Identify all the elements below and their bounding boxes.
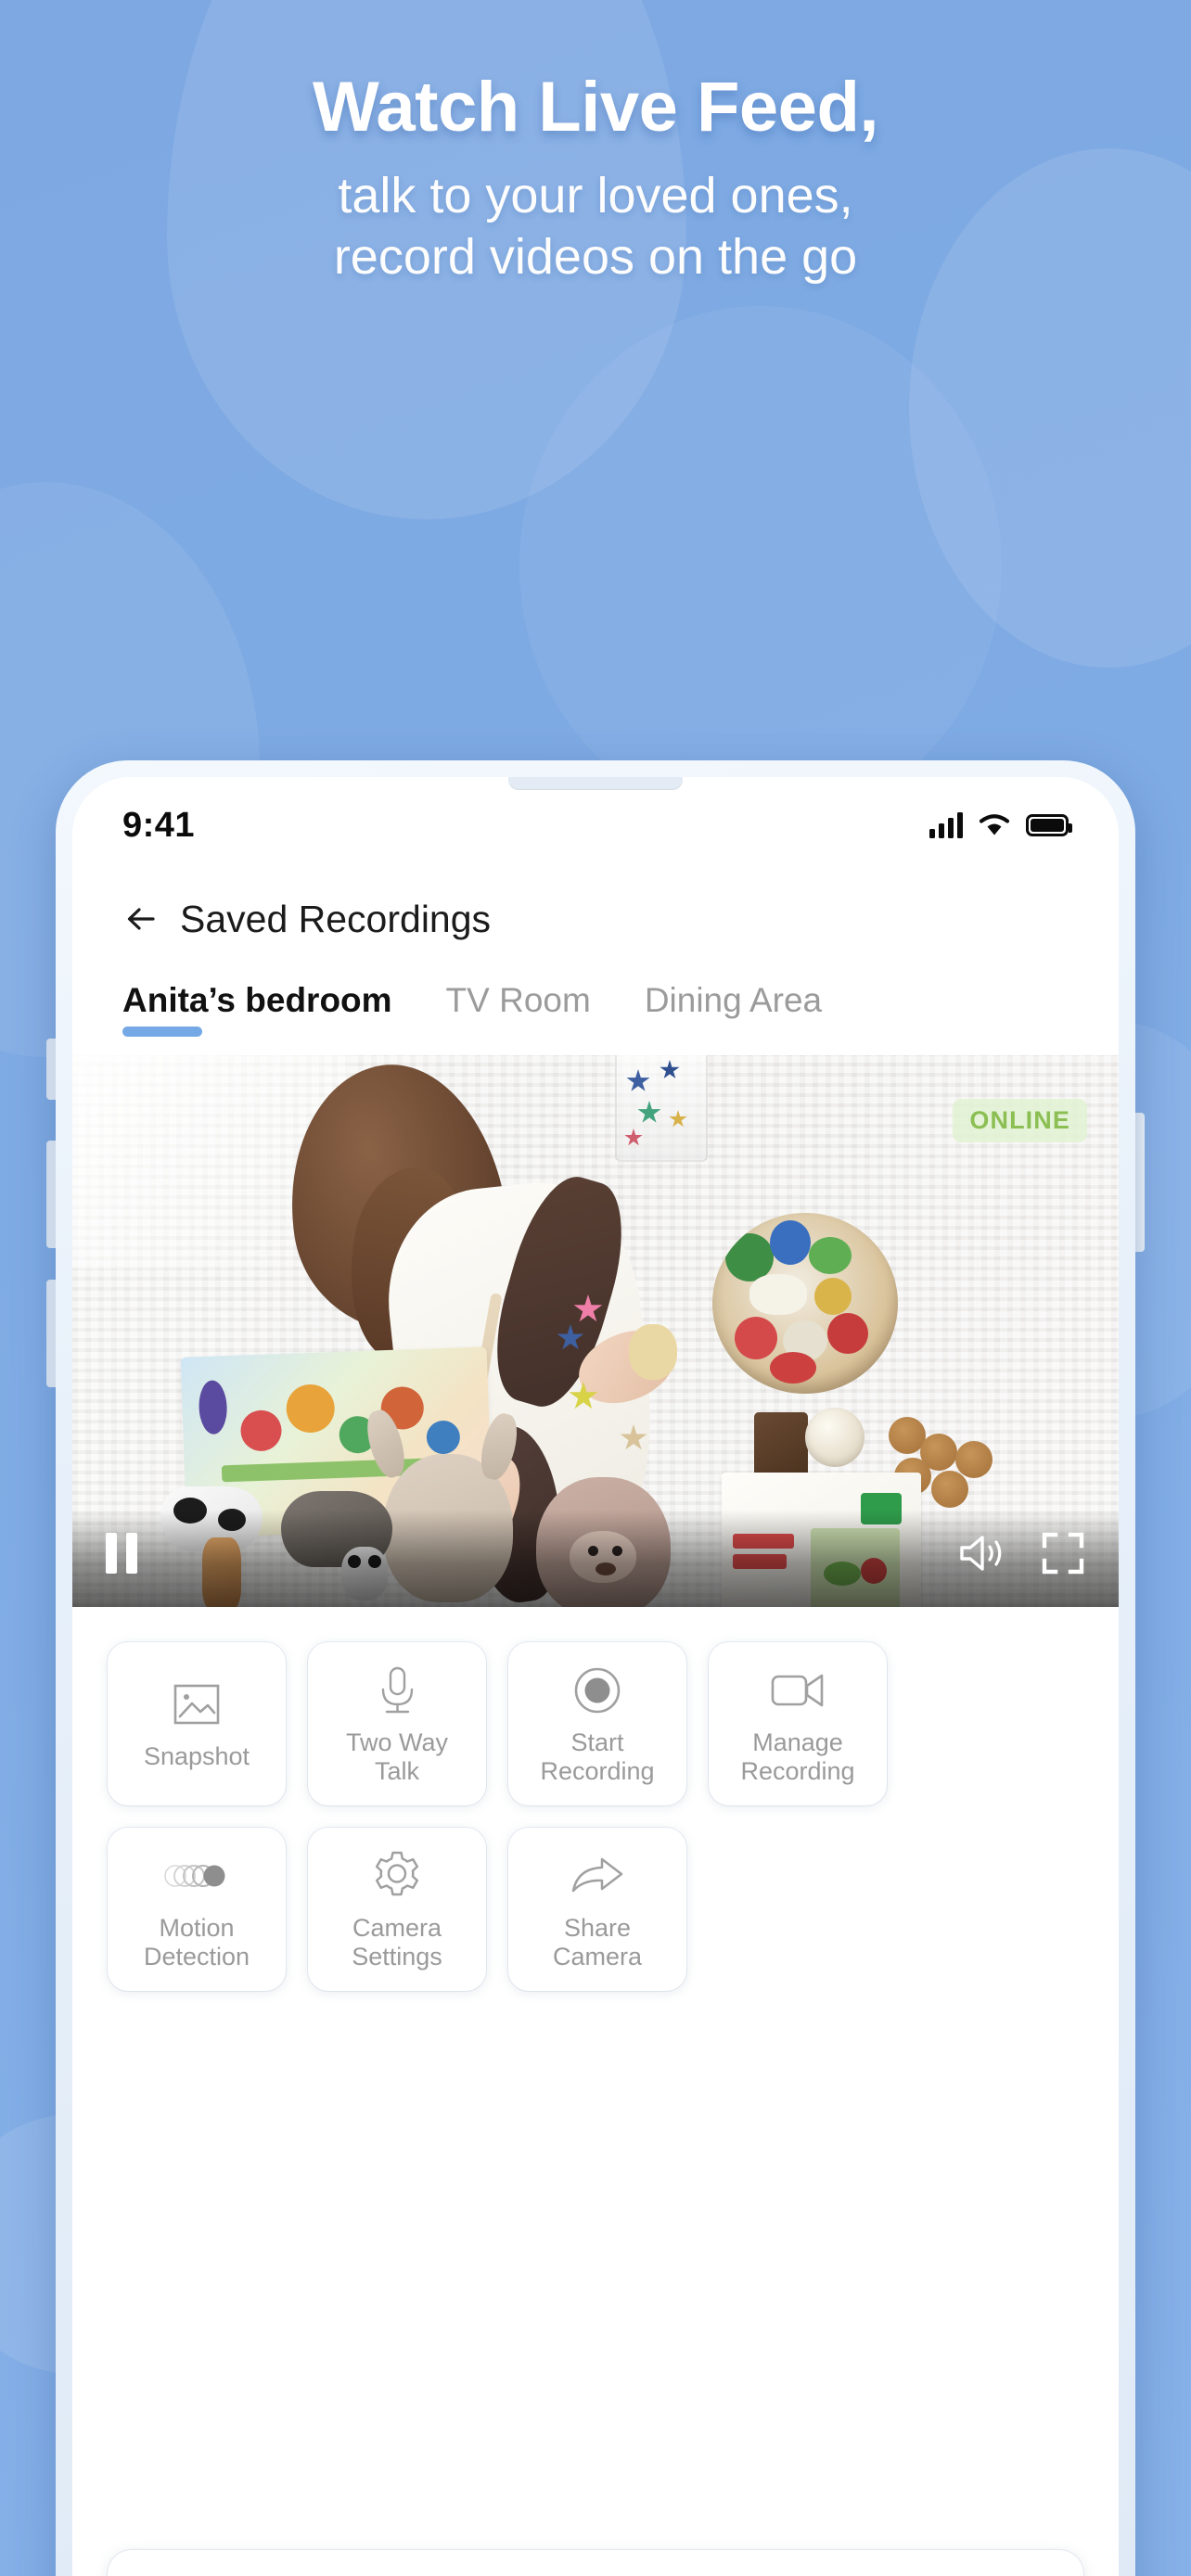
page-title: Saved Recordings	[180, 897, 492, 940]
motion-trail-icon	[163, 1847, 230, 1905]
snapshot-button[interactable]: Snapshot	[108, 1642, 286, 1805]
promo-headline: Watch Live Feed,	[313, 68, 878, 147]
start-recording-button[interactable]: Start Recording	[508, 1642, 686, 1805]
video-control-bar	[72, 1510, 1119, 1607]
promo-subheadline-line-1: talk to your loved ones,	[338, 168, 853, 224]
two-way-talk-button[interactable]: Two Way Talk	[308, 1642, 486, 1805]
hero-text-block: Watch Live Feed, talk to your loved ones…	[0, 68, 1191, 288]
fullscreen-icon[interactable]	[1041, 1531, 1085, 1575]
action-label: Manage Recording	[740, 1728, 855, 1785]
action-label: Snapshot	[143, 1742, 250, 1771]
action-label: Motion Detection	[143, 1913, 250, 1970]
back-arrow-icon[interactable]	[122, 900, 160, 937]
camera-settings-button[interactable]: Camera Settings	[308, 1828, 486, 1991]
status-bar-clock: 9:41	[122, 805, 196, 845]
motion-detection-button[interactable]: Motion Detection	[108, 1828, 286, 1991]
image-icon	[170, 1676, 224, 1733]
tab-dining-area[interactable]: Dining Area	[645, 981, 822, 1040]
record-icon	[570, 1662, 624, 1719]
live-video-player[interactable]: ONLINE	[72, 1055, 1119, 1607]
background-blob	[519, 306, 1002, 825]
cloud-storage-card[interactable]: Cloud Storage Free Trial	[108, 2550, 1083, 2576]
tab-label: TV Room	[445, 981, 591, 1019]
nav-bar: Saved Recordings	[72, 874, 1119, 951]
toy-jar	[615, 1055, 708, 1162]
share-camera-button[interactable]: Share Camera	[508, 1828, 686, 1991]
phone-mockup: 9:41 Saved Recordings Anita’s bedroom TV…	[46, 760, 1145, 2576]
action-label: Start Recording	[540, 1728, 655, 1785]
phone-earpiece	[508, 777, 683, 790]
gear-icon	[370, 1847, 424, 1905]
tab-label: Anita’s bedroom	[122, 981, 392, 1019]
action-label: Camera Settings	[352, 1913, 442, 1970]
status-bar: 9:41	[72, 777, 1119, 874]
volume-icon[interactable]	[957, 1532, 1005, 1575]
phone-frame: 9:41 Saved Recordings Anita’s bedroom TV…	[56, 760, 1135, 2576]
tab-anitas-bedroom[interactable]: Anita’s bedroom	[122, 981, 392, 1040]
toy-box	[754, 1412, 808, 1479]
status-bar-icons	[929, 812, 1072, 838]
pause-icon[interactable]	[106, 1532, 137, 1574]
video-camera-icon	[769, 1662, 826, 1719]
toy-food-basket	[712, 1213, 898, 1394]
promo-subheadline: talk to your loved ones, record videos o…	[0, 166, 1191, 288]
battery-full-icon	[1026, 814, 1072, 836]
tab-active-indicator	[122, 1027, 202, 1037]
video-controls-right	[957, 1531, 1085, 1575]
tab-label: Dining Area	[644, 981, 823, 1019]
phone-screen: 9:41 Saved Recordings Anita’s bedroom TV…	[72, 777, 1119, 2576]
egg-toy	[629, 1324, 677, 1380]
wifi-icon	[979, 814, 1010, 835]
action-grid: Snapshot Two Way Talk Start Recording Ma…	[72, 1607, 1119, 1991]
promo-subheadline-line-2: record videos on the go	[333, 228, 858, 285]
cellular-signal-icon	[929, 812, 963, 838]
manage-recording-button[interactable]: Manage Recording	[709, 1642, 887, 1805]
action-label: Share Camera	[552, 1913, 643, 1970]
share-arrow-icon	[569, 1847, 626, 1905]
action-label: Two Way Talk	[345, 1728, 449, 1785]
woven-ball	[805, 1408, 864, 1467]
tab-tv-room[interactable]: TV Room	[446, 981, 591, 1040]
status-badge: ONLINE	[953, 1099, 1087, 1142]
room-tabs: Anita’s bedroom TV Room Dining Area	[72, 951, 1119, 1040]
microphone-icon	[372, 1662, 422, 1719]
